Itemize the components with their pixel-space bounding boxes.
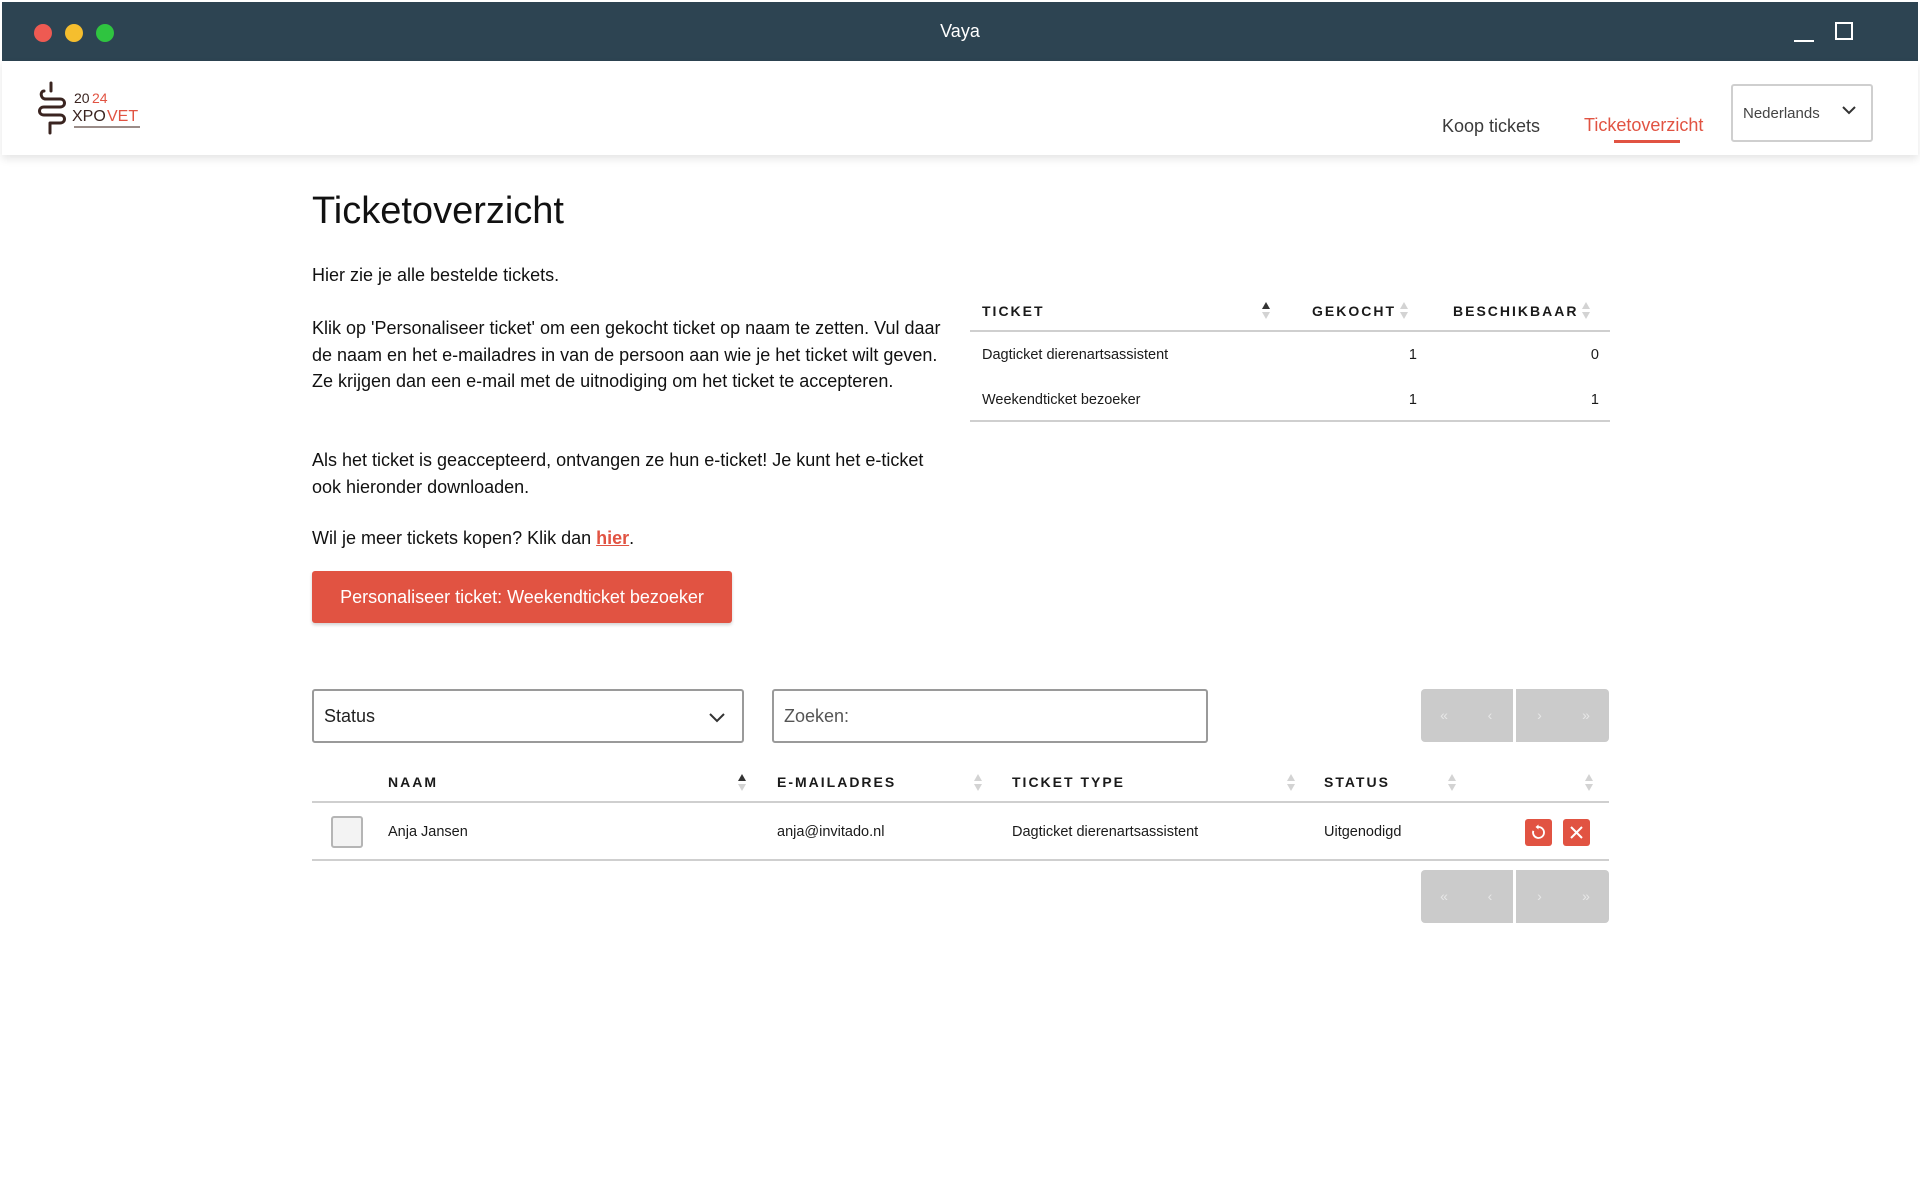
site-header: 20 24 XPO VET Koop tickets Ticketoverzic…	[2, 61, 1918, 155]
attendee-name: Anja Jansen	[388, 824, 468, 840]
accepted-instructions: Als het ticket is geaccepteerd, ontvange…	[312, 450, 924, 497]
nav-koop-tickets[interactable]: Koop tickets	[1442, 116, 1540, 137]
table-row: Dagticket dierenartsassistent 1 0	[970, 332, 1610, 377]
ticket-beschikbaar: 1	[1590, 392, 1599, 408]
language-select[interactable]: Nederlands	[1731, 84, 1873, 142]
first-page-button[interactable]: «	[1421, 870, 1467, 923]
logo-icon[interactable]: 20 24 XPO VET	[38, 79, 148, 139]
logo-year-b: 24	[92, 90, 108, 106]
logo-brand-a: XPO	[72, 108, 106, 125]
last-page-button[interactable]: »	[1563, 870, 1609, 923]
sort-icon[interactable]	[1400, 302, 1408, 320]
more-tickets-suffix: .	[629, 528, 635, 548]
next-page-button[interactable]: ›	[1516, 689, 1563, 742]
page-title: Ticketoverzicht	[312, 190, 564, 232]
sort-icon[interactable]	[1287, 774, 1295, 792]
window-titlebar: Vaya	[2, 2, 1918, 61]
row-checkbox[interactable]	[331, 816, 363, 848]
window-title: Vaya	[940, 21, 980, 41]
attendees-table: NAAM E-MAILADRES TICKET TYPE STATUS Anja…	[312, 762, 1609, 861]
col-status[interactable]: STATUS	[1324, 774, 1390, 790]
intro-text: Hier zie je alle bestelde tickets.	[312, 265, 560, 285]
attendee-ticket-type: Dagticket dierenartsassistent	[1012, 824, 1199, 840]
more-tickets-link[interactable]: hier	[596, 528, 629, 548]
minimize-icon[interactable]	[1794, 40, 1814, 42]
col-ticket-type[interactable]: TICKET TYPE	[1012, 774, 1125, 790]
chevron-down-icon	[1842, 106, 1856, 115]
more-tickets-prefix: Wil je meer tickets kopen? Klik dan	[312, 528, 597, 548]
ticket-gekocht: 1	[1408, 347, 1417, 363]
next-page-button[interactable]: ›	[1516, 870, 1563, 923]
attendee-status: Uitgenodigd	[1324, 824, 1402, 840]
personalise-ticket-button[interactable]: Personaliseer ticket: Weekendticket bezo…	[312, 571, 732, 623]
logo-year-a: 20	[74, 90, 90, 106]
table-row: Weekendticket bezoeker 1 1	[970, 377, 1610, 422]
summary-header-row: TICKET GEKOCHT BESCHIKBAAR	[970, 290, 1610, 332]
col-ticket[interactable]: TICKET	[982, 303, 1045, 319]
sort-icon[interactable]	[974, 774, 982, 792]
maximize-icon[interactable]	[1835, 22, 1853, 40]
sort-icon[interactable]	[1262, 302, 1270, 320]
ticket-gekocht: 1	[1408, 392, 1417, 408]
sort-icon[interactable]	[1582, 302, 1590, 320]
status-filter-label: Status	[324, 706, 376, 726]
ticket-beschikbaar: 0	[1590, 347, 1599, 363]
col-beschikbaar[interactable]: BESCHIKBAAR	[1453, 303, 1578, 319]
pagination-bottom: « ‹ › »	[1421, 870, 1609, 923]
first-page-button[interactable]: «	[1421, 689, 1467, 742]
nav-ticketoverzicht[interactable]: Ticketoverzicht	[1584, 115, 1703, 136]
prev-page-button[interactable]: ‹	[1467, 870, 1513, 923]
ticket-name: Dagticket dierenartsassistent	[982, 347, 1169, 363]
prev-page-button[interactable]: ‹	[1467, 689, 1513, 742]
attendees-header-row: NAAM E-MAILADRES TICKET TYPE STATUS	[312, 762, 1609, 803]
pagination-top: « ‹ › »	[1421, 689, 1609, 742]
attendee-email: anja@invitado.nl	[777, 824, 885, 840]
reset-icon	[1532, 824, 1545, 839]
last-page-button[interactable]: »	[1563, 689, 1609, 742]
more-tickets-text: Wil je meer tickets kopen? Klik dan hier…	[312, 525, 952, 552]
delete-button[interactable]	[1563, 819, 1590, 846]
status-filter-select[interactable]: Status	[312, 689, 744, 743]
table-row: Anja Jansen anja@invitado.nl Dagticket d…	[312, 803, 1609, 861]
personalise-instructions: Klik op 'Personaliseer ticket' om een ge…	[312, 318, 941, 391]
language-label: Nederlands	[1743, 105, 1820, 122]
nav-active-indicator	[1614, 140, 1680, 143]
col-email[interactable]: E-MAILADRES	[777, 774, 896, 790]
ticket-name: Weekendticket bezoeker	[982, 392, 1141, 408]
chevron-down-icon	[709, 713, 725, 723]
ticket-summary-table: TICKET GEKOCHT BESCHIKBAAR Dagticket die…	[970, 290, 1610, 422]
close-icon	[1570, 826, 1583, 839]
resend-button[interactable]	[1525, 819, 1552, 846]
sort-icon[interactable]	[738, 774, 746, 792]
sort-icon[interactable]	[1448, 774, 1456, 792]
col-naam[interactable]: NAAM	[388, 774, 438, 790]
sort-icon[interactable]	[1585, 774, 1593, 792]
col-gekocht[interactable]: GEKOCHT	[1312, 303, 1396, 319]
search-input[interactable]	[772, 689, 1208, 743]
logo-brand-b: VET	[107, 108, 138, 125]
